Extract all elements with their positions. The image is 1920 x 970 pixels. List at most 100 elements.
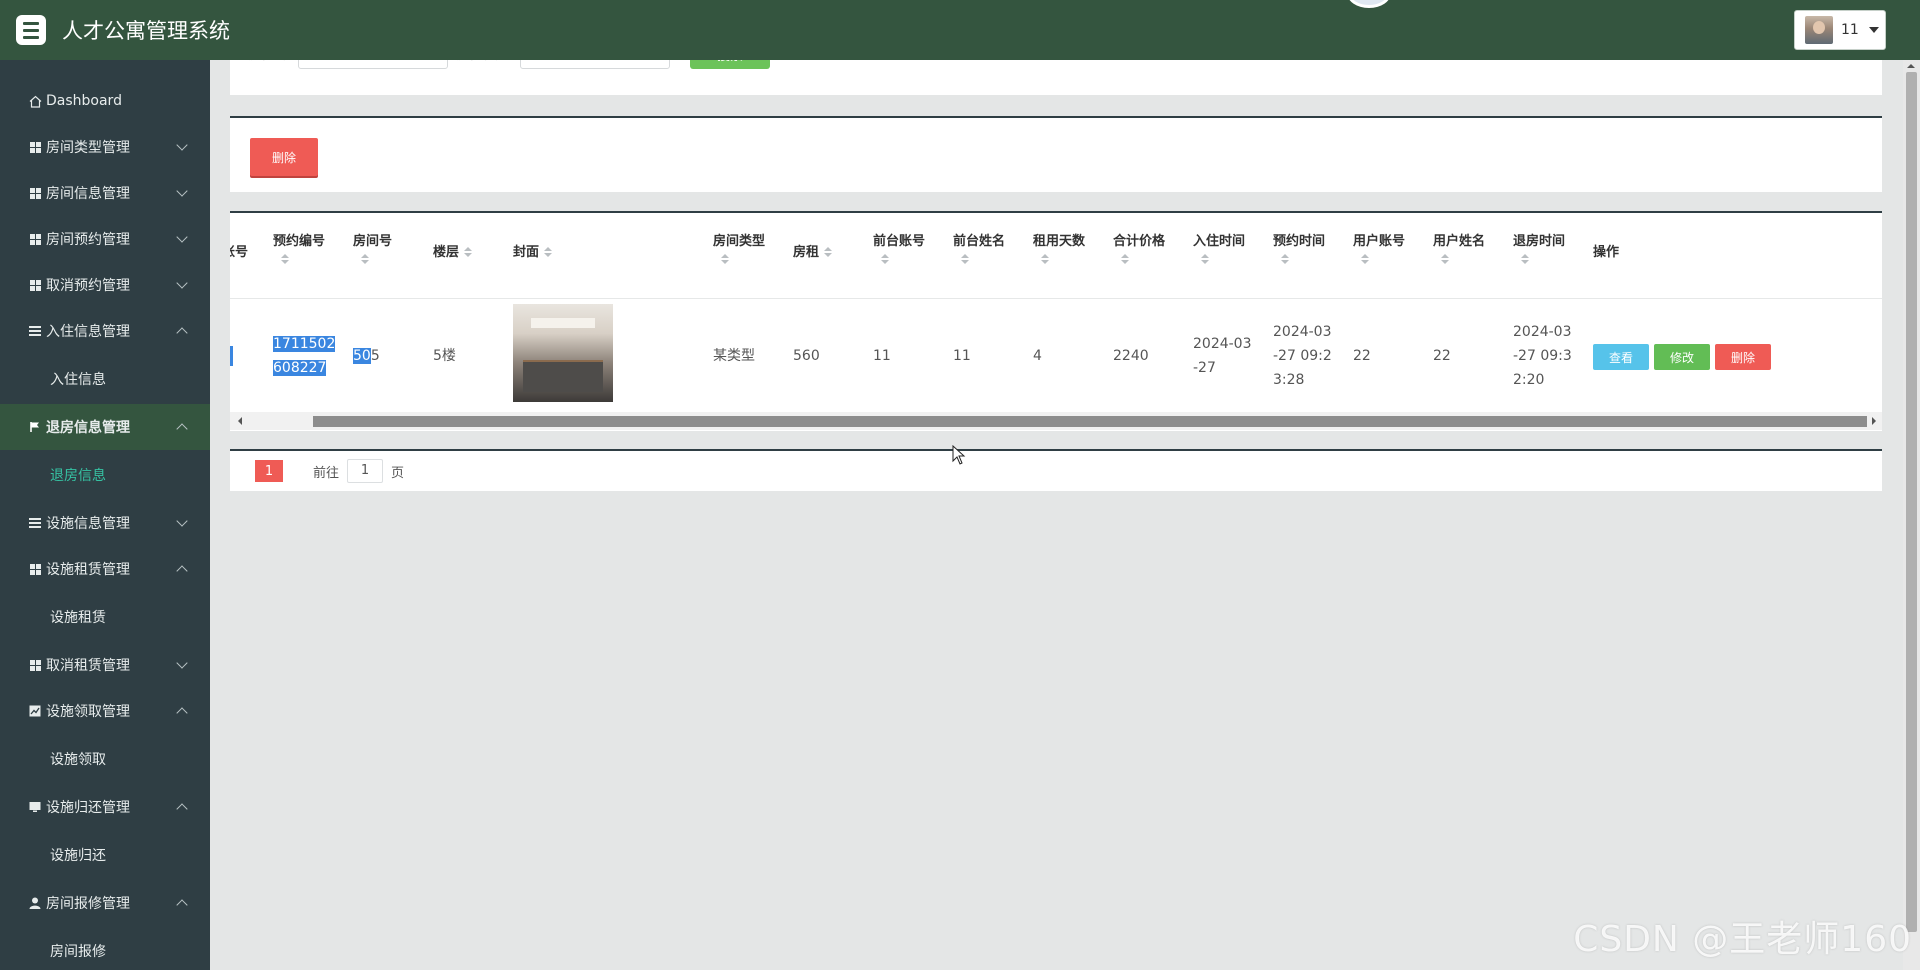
list-icon xyxy=(28,324,42,338)
sort-icon xyxy=(881,254,889,266)
sort-icon xyxy=(1201,254,1209,266)
sort-icon xyxy=(1521,254,1529,266)
scroll-left-icon[interactable] xyxy=(238,417,242,425)
caret-down-icon xyxy=(1868,27,1879,33)
desk-name-cell: 11 xyxy=(953,348,971,364)
column-header[interactable]: 账号 xyxy=(230,241,248,265)
edit-button[interactable]: 修改 xyxy=(1654,344,1710,370)
column-header[interactable]: 退房时间 xyxy=(1513,230,1565,266)
sidebar-item-facility-info[interactable]: 设施信息管理 xyxy=(0,500,210,546)
vertical-scrollbar[interactable] xyxy=(1903,60,1920,970)
sort-icon xyxy=(281,254,289,266)
user-icon xyxy=(28,896,42,910)
column-header[interactable]: 预约时间 xyxy=(1273,230,1325,266)
desk-account-cell: 11 xyxy=(873,348,891,364)
sidebar-item-cancel-rental[interactable]: 取消租赁管理 xyxy=(0,642,210,688)
sort-icon xyxy=(1441,254,1449,266)
delete-button[interactable]: 删除 xyxy=(1715,344,1771,370)
page-number[interactable]: 1 xyxy=(255,460,283,482)
sort-icon xyxy=(544,246,553,259)
sidebar-item-label: 退房信息管理 xyxy=(46,420,130,436)
column-header[interactable]: 前台姓名 xyxy=(953,230,1005,266)
chevron-down-icon xyxy=(176,277,188,289)
user-account-cell: 22 xyxy=(1353,348,1371,364)
sidebar-subitem-checkout-info[interactable]: 退房信息 xyxy=(0,450,210,500)
scrollbar-thumb[interactable] xyxy=(1906,72,1917,932)
scroll-right-icon[interactable] xyxy=(1872,417,1876,425)
top-bar: 人才公寓管理系统 11 xyxy=(0,0,1920,60)
table-row[interactable]: 1711502 608227 505 5楼 某类型 560 11 11 4 22… xyxy=(230,300,1882,412)
sort-icon xyxy=(361,254,369,266)
action-panel: 删除 xyxy=(230,116,1882,192)
checkin-time-cell: 2024-03 -27 xyxy=(1193,336,1252,376)
column-header[interactable]: 楼层 xyxy=(433,241,473,265)
chevron-up-icon xyxy=(176,327,188,339)
batch-delete-button[interactable]: 删除 xyxy=(250,138,318,176)
sidebar-item-checkin[interactable]: 入住信息管理 xyxy=(0,308,210,354)
column-header[interactable]: 前台账号 xyxy=(873,230,925,266)
reservation-no-cell: 1711502 608227 xyxy=(273,336,336,376)
chevron-down-icon xyxy=(176,515,188,527)
menu-toggle-icon[interactable] xyxy=(16,15,46,45)
column-header[interactable]: 租用天数 xyxy=(1033,230,1085,266)
sidebar-item-room-repair[interactable]: 房间报修管理 xyxy=(0,880,210,926)
sidebar-item-cancel-reservation[interactable]: 取消预约管理 xyxy=(0,262,210,308)
days-cell: 4 xyxy=(1033,348,1042,364)
scroll-up-icon[interactable] xyxy=(1907,64,1915,68)
grid-icon xyxy=(28,278,42,292)
top-circle-icon xyxy=(1347,0,1391,8)
page-jump-input[interactable]: 1 xyxy=(347,459,384,483)
sidebar-item-facility-rental[interactable]: 设施租赁管理 xyxy=(0,546,210,592)
sort-icon xyxy=(721,254,729,266)
column-header[interactable]: 合计价格 xyxy=(1113,230,1165,266)
column-header[interactable]: 封面 xyxy=(513,241,553,265)
column-header[interactable]: 房间类型 xyxy=(713,230,765,266)
sidebar-item-checkout[interactable]: 退房信息管理 xyxy=(0,404,210,450)
sidebar-item-room-info[interactable]: 房间信息管理 xyxy=(0,170,210,216)
sidebar-item-label: Dashboard xyxy=(46,93,122,109)
chevron-down-icon xyxy=(176,231,188,243)
sort-icon xyxy=(1121,254,1129,266)
chevron-up-icon xyxy=(176,899,188,911)
sidebar-item-room-reservation[interactable]: 房间预约管理 xyxy=(0,216,210,262)
sidebar-item-label: 设施归还管理 xyxy=(46,800,130,816)
flag-icon xyxy=(28,420,42,434)
column-header[interactable]: 房租 xyxy=(793,241,833,265)
horizontal-scrollbar[interactable] xyxy=(230,412,1882,430)
column-header[interactable]: 房间号 xyxy=(353,230,392,266)
user-menu[interactable]: 11 xyxy=(1794,10,1886,50)
grid-icon xyxy=(28,562,42,576)
pagination: 1 前往 1 页 xyxy=(230,449,1882,491)
sidebar-subitem-facility-pickup[interactable]: 设施领取 xyxy=(0,734,210,784)
home-icon xyxy=(28,94,42,108)
sidebar-item-room-type[interactable]: 房间类型管理 xyxy=(0,124,210,170)
sidebar-item-label: 房间信息管理 xyxy=(46,186,130,202)
sidebar-subitem-facility-rental[interactable]: 设施租赁 xyxy=(0,592,210,642)
total-cell: 2240 xyxy=(1113,348,1149,364)
sidebar-item-label: 房间报修管理 xyxy=(46,896,130,912)
sidebar-subitem-room-repair[interactable]: 房间报修 xyxy=(0,926,210,970)
page-suffix-label: 页 xyxy=(391,465,405,481)
sidebar-item-label: 取消预约管理 xyxy=(46,278,130,294)
chevron-down-icon xyxy=(176,657,188,669)
sidebar-item-facility-return[interactable]: 设施归还管理 xyxy=(0,784,210,830)
room-cover-image xyxy=(513,304,613,402)
column-header[interactable]: 用户账号 xyxy=(1353,230,1405,266)
scrollbar-thumb[interactable] xyxy=(313,416,1867,427)
room-no-cell: 505 xyxy=(353,348,380,364)
sidebar: Dashboard 房间类型管理 房间信息管理 房间预约管理 取消预约管理 入住… xyxy=(0,60,210,970)
column-header[interactable]: 预约编号 xyxy=(273,230,325,266)
sidebar-subitem-checkin-info[interactable]: 入住信息 xyxy=(0,354,210,404)
rent-cell: 560 xyxy=(793,348,820,364)
sort-icon xyxy=(464,246,473,259)
column-header[interactable]: 用户姓名 xyxy=(1433,230,1485,266)
sidebar-item-dashboard[interactable]: Dashboard xyxy=(0,78,210,124)
sidebar-item-facility-pickup[interactable]: 设施领取管理 xyxy=(0,688,210,734)
sort-icon xyxy=(1361,254,1369,266)
sort-icon xyxy=(1281,254,1289,266)
sidebar-subitem-facility-return[interactable]: 设施归还 xyxy=(0,830,210,880)
view-button[interactable]: 查看 xyxy=(1593,344,1649,370)
column-header[interactable]: 入住时间 xyxy=(1193,230,1245,266)
chevron-up-icon xyxy=(176,707,188,719)
chevron-up-icon xyxy=(176,803,188,815)
